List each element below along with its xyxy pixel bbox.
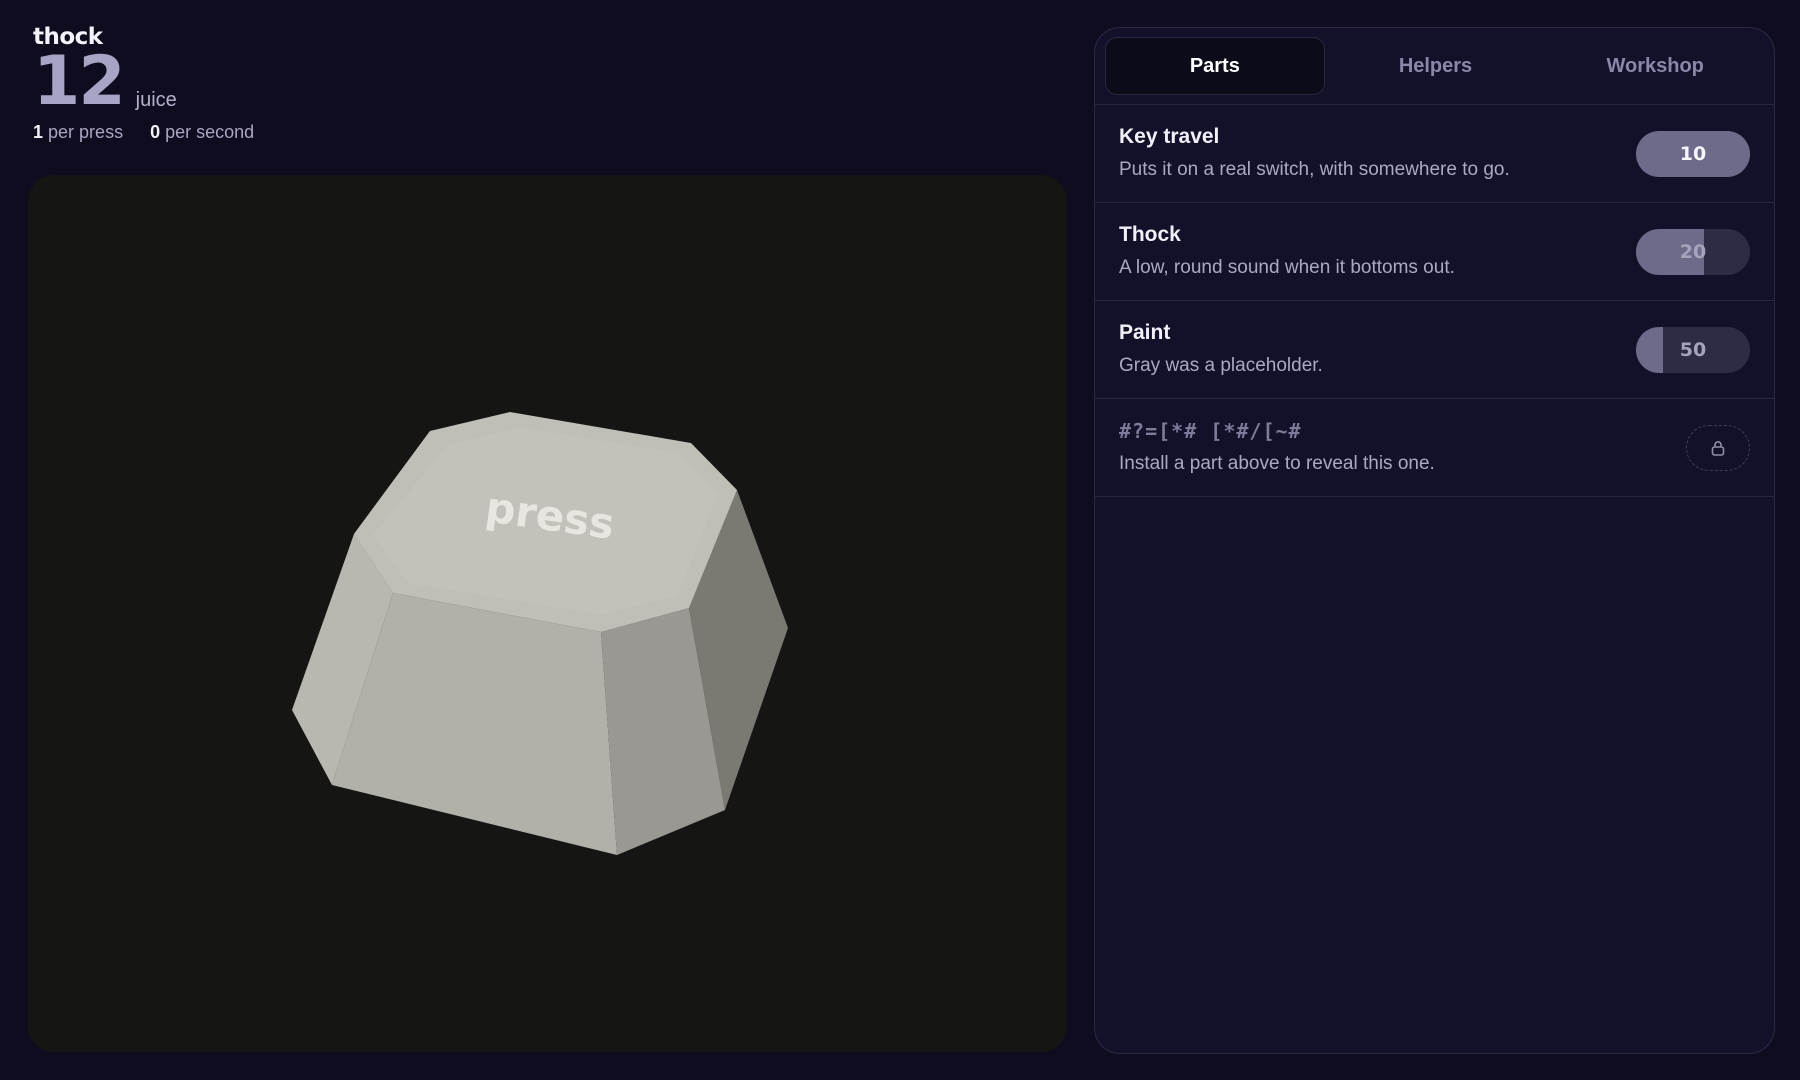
upgrade-cost: 50 xyxy=(1679,339,1707,361)
rates: 1 per press 0 per second xyxy=(33,122,254,143)
juice-unit: juice xyxy=(135,89,177,111)
upgrade-cost: 10 xyxy=(1679,143,1707,165)
juice-count: 12 xyxy=(33,42,126,121)
hud: thock 12 juice 1 per press 0 per second xyxy=(33,24,254,143)
lock-icon xyxy=(1711,441,1725,456)
per-press-value: 1 xyxy=(33,122,44,142)
tab-workshop[interactable]: Workshop xyxy=(1546,38,1764,94)
upgrade-item: Key travel Puts it on a real switch, wit… xyxy=(1095,105,1774,203)
upgrade-item: Thock A low, round sound when it bottoms… xyxy=(1095,203,1774,301)
locked-slot-button[interactable] xyxy=(1686,425,1750,471)
tab-parts[interactable]: Parts xyxy=(1105,37,1325,95)
tab-helpers[interactable]: Helpers xyxy=(1327,38,1545,94)
locked-upgrade-name: #?=[*# [*#/[~# xyxy=(1119,419,1302,443)
buy-thock-button[interactable]: 20 xyxy=(1636,229,1750,275)
buy-paint-button[interactable]: 50 xyxy=(1636,327,1750,373)
per-second-label: per second xyxy=(165,122,255,142)
per-press-label: per press xyxy=(48,122,124,142)
tab-bar: Parts Helpers Workshop xyxy=(1095,28,1774,105)
per-second-value: 0 xyxy=(150,122,161,142)
locked-upgrade-item: #?=[*# [*#/[~# Install a part above to r… xyxy=(1095,399,1774,497)
upgrade-item: Paint Gray was a placeholder. 50 xyxy=(1095,301,1774,399)
key-stage[interactable]: press xyxy=(28,175,1067,1052)
locked-upgrade-description: Install a part above to reveal this one. xyxy=(1119,453,1435,474)
juice-counter: 12 juice xyxy=(33,42,254,121)
buy-key-travel-button[interactable]: 10 xyxy=(1636,131,1750,177)
affordability-fill xyxy=(1636,327,1664,373)
upgrade-cost: 20 xyxy=(1679,241,1707,263)
keycap[interactable]: press xyxy=(28,175,1067,1052)
shop-panel: Parts Helpers Workshop Key travel Puts i… xyxy=(1094,27,1775,1054)
